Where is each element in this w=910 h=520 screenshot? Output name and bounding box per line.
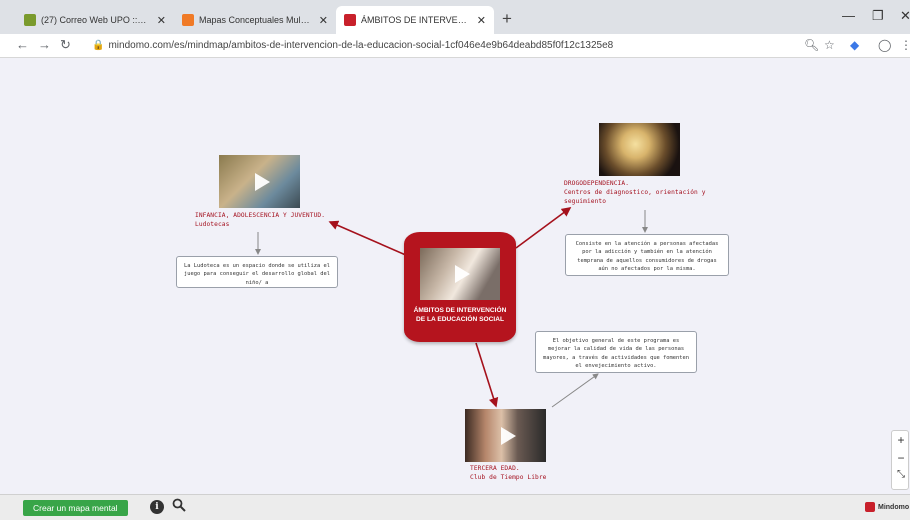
close-window-icon[interactable]: ✕ [900, 8, 910, 24]
play-icon[interactable] [254, 172, 270, 191]
video-thumbnail-drogo[interactable] [599, 123, 680, 176]
info-icon[interactable]: i [150, 500, 164, 514]
connector-drogo [515, 207, 572, 249]
back-icon[interactable]: ← [16, 37, 29, 52]
brand-name: Mindomo [878, 503, 910, 511]
browser-tab-strip: (27) Correo Web UPO :: Entrada ✕ Mapas C… [0, 0, 910, 34]
forward-icon[interactable]: → [38, 37, 51, 52]
close-tab-icon[interactable]: ✕ [319, 14, 328, 27]
extension-icon[interactable]: ◆ [850, 38, 859, 52]
mindomo-logo-icon [865, 502, 875, 512]
blogger-favicon-icon [182, 14, 194, 26]
minimize-icon[interactable]: — [842, 8, 855, 23]
new-tab-icon[interactable]: + [502, 9, 512, 29]
mindomo-favicon-icon [344, 14, 356, 26]
note-tercera[interactable]: El objetivo general de este programa es … [535, 331, 697, 373]
close-tab-icon[interactable]: ✕ [477, 14, 486, 27]
topic-infancia[interactable]: INFANCIA, ADOLESCENCIA Y JUVENTUD. Ludot… [195, 211, 345, 229]
play-icon[interactable] [500, 426, 516, 445]
topic-title: INFANCIA, ADOLESCENCIA Y JUVENTUD. [195, 212, 326, 219]
tab-mapas[interactable]: Mapas Conceptuales Multimedia ✕ [174, 6, 336, 34]
note-link-tercera [551, 373, 599, 408]
topic-subtitle: Club de Tiempo Libre [470, 474, 547, 481]
tab-correo[interactable]: (27) Correo Web UPO :: Entrada ✕ [16, 6, 174, 34]
star-icon[interactable]: ☆ [824, 38, 835, 52]
restore-icon[interactable]: ❐ [872, 8, 884, 24]
mindomo-brand[interactable]: Mindomo [865, 502, 909, 512]
reload-icon[interactable]: ↻ [60, 37, 71, 53]
tab-title: ÁMBITOS DE INTERVENCIÓN DE LA [361, 15, 469, 25]
topic-drogo[interactable]: DROGODEPENDENCIA. Centros de diagnostico… [564, 179, 724, 206]
note-infancia[interactable]: La Ludoteca es un espacio donde se utili… [176, 256, 338, 288]
topic-tercera[interactable]: TERCERA EDAD. Club de Tiempo Libre [470, 464, 590, 482]
topic-title: DROGODEPENDENCIA. [564, 180, 630, 187]
play-icon[interactable] [455, 265, 470, 283]
tab-title: Mapas Conceptuales Multimedia [199, 15, 311, 25]
address-bar-row: ← → ↻ 🔒 mindomo.com/es/mindmap/ambitos-de… [0, 34, 910, 58]
video-thumbnail-infancia[interactable] [219, 155, 300, 208]
tab-ambitos[interactable]: ÁMBITOS DE INTERVENCIÓN DE LA ✕ [336, 6, 494, 34]
note-drogo[interactable]: Consiste en la atención a personas afect… [565, 234, 729, 276]
create-mind-map-button[interactable]: Crear un mapa mental [23, 500, 128, 516]
topic-title: TERCERA EDAD. [470, 465, 520, 472]
connector-tercera [475, 342, 499, 408]
video-thumbnail-tercera[interactable] [465, 409, 546, 462]
profile-icon[interactable]: ◯ [878, 38, 891, 52]
search-icon[interactable]: 🔍︎ [804, 38, 819, 52]
tab-title: (27) Correo Web UPO :: Entrada [41, 15, 149, 25]
video-thumbnail-central[interactable] [420, 248, 500, 300]
close-tab-icon[interactable]: ✕ [157, 14, 166, 27]
topic-subtitle: Ludotecas [195, 221, 230, 228]
url-field[interactable]: 🔒 mindomo.com/es/mindmap/ambitos-de-inter… [92, 40, 613, 51]
topic-subtitle: Centros de diagnostico, orientación y se… [564, 189, 706, 205]
lock-icon: 🔒 [92, 40, 105, 51]
zoom-controls: + − ⤡ [891, 430, 909, 490]
fit-screen-icon[interactable]: ⤡ [892, 469, 910, 480]
url-text: mindomo.com/es/mindmap/ambitos-de-interv… [108, 40, 614, 51]
zoom-in-icon[interactable]: + [892, 433, 910, 447]
central-topic-title: ÁMBITOS DE INTERVENCIÓN DE LA EDUCACIÓN … [413, 307, 507, 323]
central-topic[interactable]: ÁMBITOS DE INTERVENCIÓN DE LA EDUCACIÓN … [404, 232, 516, 342]
menu-icon[interactable]: ⋮ [900, 38, 910, 52]
mail-favicon-icon [24, 14, 36, 26]
zoom-out-icon[interactable]: − [892, 451, 910, 465]
zoom-icon[interactable] [172, 498, 186, 512]
mind-map-canvas[interactable]: INFANCIA, ADOLESCENCIA Y JUVENTUD. Ludot… [0, 58, 910, 494]
bottom-toolbar: Crear un mapa mental i Mindomo [0, 494, 910, 520]
